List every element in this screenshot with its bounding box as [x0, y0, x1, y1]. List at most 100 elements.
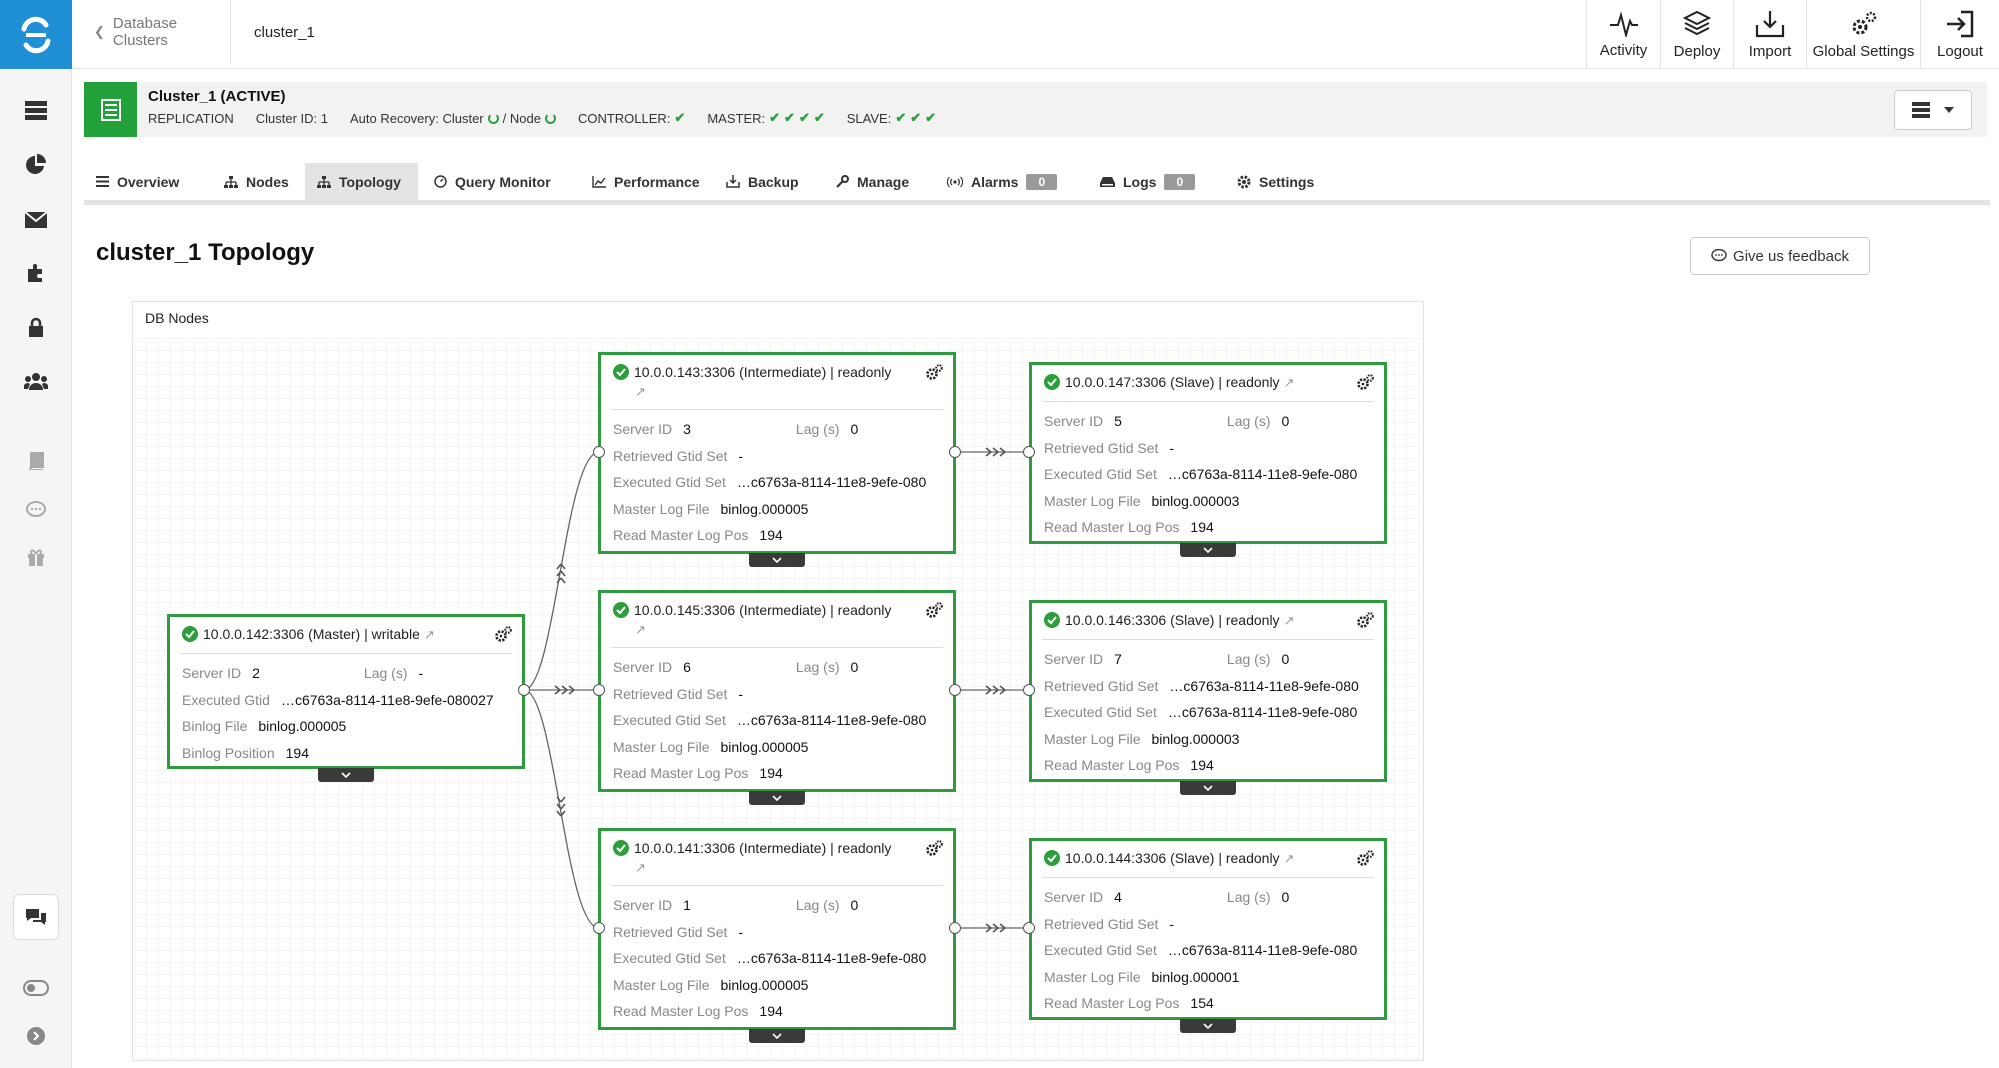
tab-settings[interactable]: Settings [1225, 163, 1326, 200]
node-intermediate-141[interactable]: 10.0.0.141:3306 (Intermediate) | readonl… [598, 828, 956, 1043]
comment-icon [1711, 249, 1727, 262]
value: …c6763a-8114-11e8-9efe-080 [736, 712, 927, 729]
import-button[interactable]: Import [1733, 0, 1806, 69]
mail-icon[interactable] [0, 200, 72, 240]
master-output-port[interactable] [518, 684, 530, 696]
cluster-recovery-power-icon[interactable] [487, 112, 499, 124]
node-slave-147[interactable]: 10.0.0.147:3306 (Slave) | readonly ↗ Serv… [1029, 362, 1387, 557]
docs-book-icon[interactable] [0, 441, 72, 481]
expand-node-chevron-icon[interactable] [749, 553, 805, 567]
toggle-icon[interactable] [0, 968, 72, 1008]
server-id-row: Server ID 3 Lag (s) 0 [601, 416, 953, 443]
input-port[interactable] [593, 684, 605, 696]
external-link-icon[interactable]: ↗ [635, 622, 646, 637]
tab-performance[interactable]: Performance [580, 163, 712, 200]
external-link-icon[interactable]: ↗ [1284, 851, 1295, 866]
node-intermediate-143[interactable]: 10.0.0.143:3306 (Intermediate) | readonl… [598, 352, 956, 567]
executed-gtid-row: Executed Gtid Set …c6763a-8114-11e8-9efe-… [1032, 461, 1384, 488]
output-port[interactable] [949, 446, 961, 458]
check-icon: ✔ [784, 110, 795, 125]
external-link-icon[interactable]: ↗ [635, 384, 646, 399]
dashboard-pie-icon[interactable] [0, 145, 72, 185]
node-actions-gears-icon[interactable] [925, 364, 943, 385]
tab-backup[interactable]: Backup [714, 163, 811, 200]
left-sidebar [0, 0, 72, 1068]
binlog-file-row: Binlog File binlog.000005 [170, 713, 522, 740]
tab-overview[interactable]: Overview [84, 163, 191, 200]
tab-nodes[interactable]: Nodes [212, 163, 301, 200]
expand-node-chevron-icon[interactable] [749, 1029, 805, 1043]
comment-icon[interactable] [0, 490, 72, 530]
logout-button[interactable]: Logout [1920, 0, 1999, 69]
tab-label: Backup [748, 173, 799, 190]
output-port[interactable] [949, 684, 961, 696]
input-port[interactable] [1023, 684, 1035, 696]
cluster-actions-dropdown[interactable] [1894, 90, 1972, 130]
node-actions-gears-icon[interactable] [1356, 850, 1374, 871]
node-actions-gears-icon[interactable] [1356, 374, 1374, 395]
expand-node-chevron-icon[interactable] [318, 768, 374, 782]
expand-node-chevron-icon[interactable] [1180, 1019, 1236, 1033]
input-port[interactable] [1023, 922, 1035, 934]
global-settings-button[interactable]: Global Settings [1806, 0, 1920, 69]
tab-topology[interactable]: Topology [305, 163, 418, 200]
node-actions-gears-icon[interactable] [494, 626, 512, 647]
output-port[interactable] [949, 922, 961, 934]
node-recovery-power-icon[interactable] [544, 112, 556, 124]
gift-icon[interactable] [0, 537, 72, 577]
app-logo-icon[interactable] [0, 0, 72, 69]
tab-manage[interactable]: Manage [824, 163, 921, 200]
status-ok-icon [1044, 612, 1060, 628]
divider [611, 885, 943, 886]
tab-alarms[interactable]: Alarms 0 [935, 163, 1069, 200]
external-link-icon[interactable]: ↗ [635, 860, 646, 875]
tab-logs[interactable]: Logs 0 [1088, 163, 1207, 200]
broadcast-icon [947, 176, 963, 187]
node-actions-gears-icon[interactable] [925, 840, 943, 861]
node-actions-gears-icon[interactable] [1356, 612, 1374, 633]
value: 0 [850, 897, 859, 914]
node-actions-gears-icon[interactable] [925, 602, 943, 623]
input-port[interactable] [593, 922, 605, 934]
label: Server ID [613, 897, 673, 914]
external-link-icon[interactable]: ↗ [1284, 613, 1295, 628]
label: Lag (s) [795, 897, 840, 914]
server-id-row: Server ID 6 Lag (s) 0 [601, 654, 953, 681]
integrations-puzzle-icon[interactable] [0, 253, 72, 293]
node-intermediate-145[interactable]: 10.0.0.145:3306 (Intermediate) | readonl… [598, 590, 956, 805]
expand-node-chevron-icon[interactable] [749, 791, 805, 805]
users-icon[interactable] [0, 361, 72, 401]
give-feedback-button[interactable]: Give us feedback [1690, 237, 1870, 275]
status-ok-icon [182, 626, 198, 642]
expand-node-chevron-icon[interactable] [1180, 543, 1236, 557]
node-slave-144[interactable]: 10.0.0.144:3306 (Slave) | readonly ↗ Serv… [1029, 838, 1387, 1033]
expand-sidebar-icon[interactable] [0, 1016, 72, 1056]
input-port[interactable] [593, 446, 605, 458]
value: 6 [683, 659, 691, 676]
clusters-icon[interactable] [0, 91, 72, 131]
label: Read Master Log Pos [1044, 757, 1180, 774]
external-link-icon[interactable]: ↗ [424, 627, 435, 642]
input-port[interactable] [1023, 446, 1035, 458]
tab-query-monitor[interactable]: Query Monitor [422, 163, 563, 200]
label: Executed Gtid Set [613, 950, 726, 967]
breadcrumb-parent[interactable]: Database Clusters [113, 15, 230, 49]
deploy-button[interactable]: Deploy [1660, 0, 1733, 69]
node-title: 10.0.0.144:3306 (Slave) | readonly [1065, 850, 1280, 866]
external-link-icon[interactable]: ↗ [1284, 375, 1295, 390]
expand-node-chevron-icon[interactable] [1180, 781, 1236, 795]
label: Lag (s) [1226, 651, 1271, 668]
tab-label: Alarms [971, 173, 1019, 190]
chat-icon[interactable] [13, 894, 59, 940]
breadcrumb-back[interactable]: ❮ Database Clusters [82, 0, 231, 64]
node-slave-146[interactable]: 10.0.0.146:3306 (Slave) | readonly ↗ Serv… [1029, 600, 1387, 795]
node-master-142[interactable]: 10.0.0.142:3306 (Master) | writable ↗ Ser… [167, 614, 525, 782]
activity-button[interactable]: Activity [1586, 0, 1660, 69]
server-list-icon [1912, 102, 1930, 118]
lock-icon[interactable] [0, 307, 72, 347]
value: - [418, 665, 424, 682]
value: 4 [1114, 889, 1122, 906]
read-master-log-pos-row: Read Master Log Pos 194 [1032, 752, 1384, 779]
server-id-row: Server ID 4 Lag (s) 0 [1032, 884, 1384, 911]
node-title: 10.0.0.141:3306 (Intermediate) | readonl… [634, 840, 892, 856]
